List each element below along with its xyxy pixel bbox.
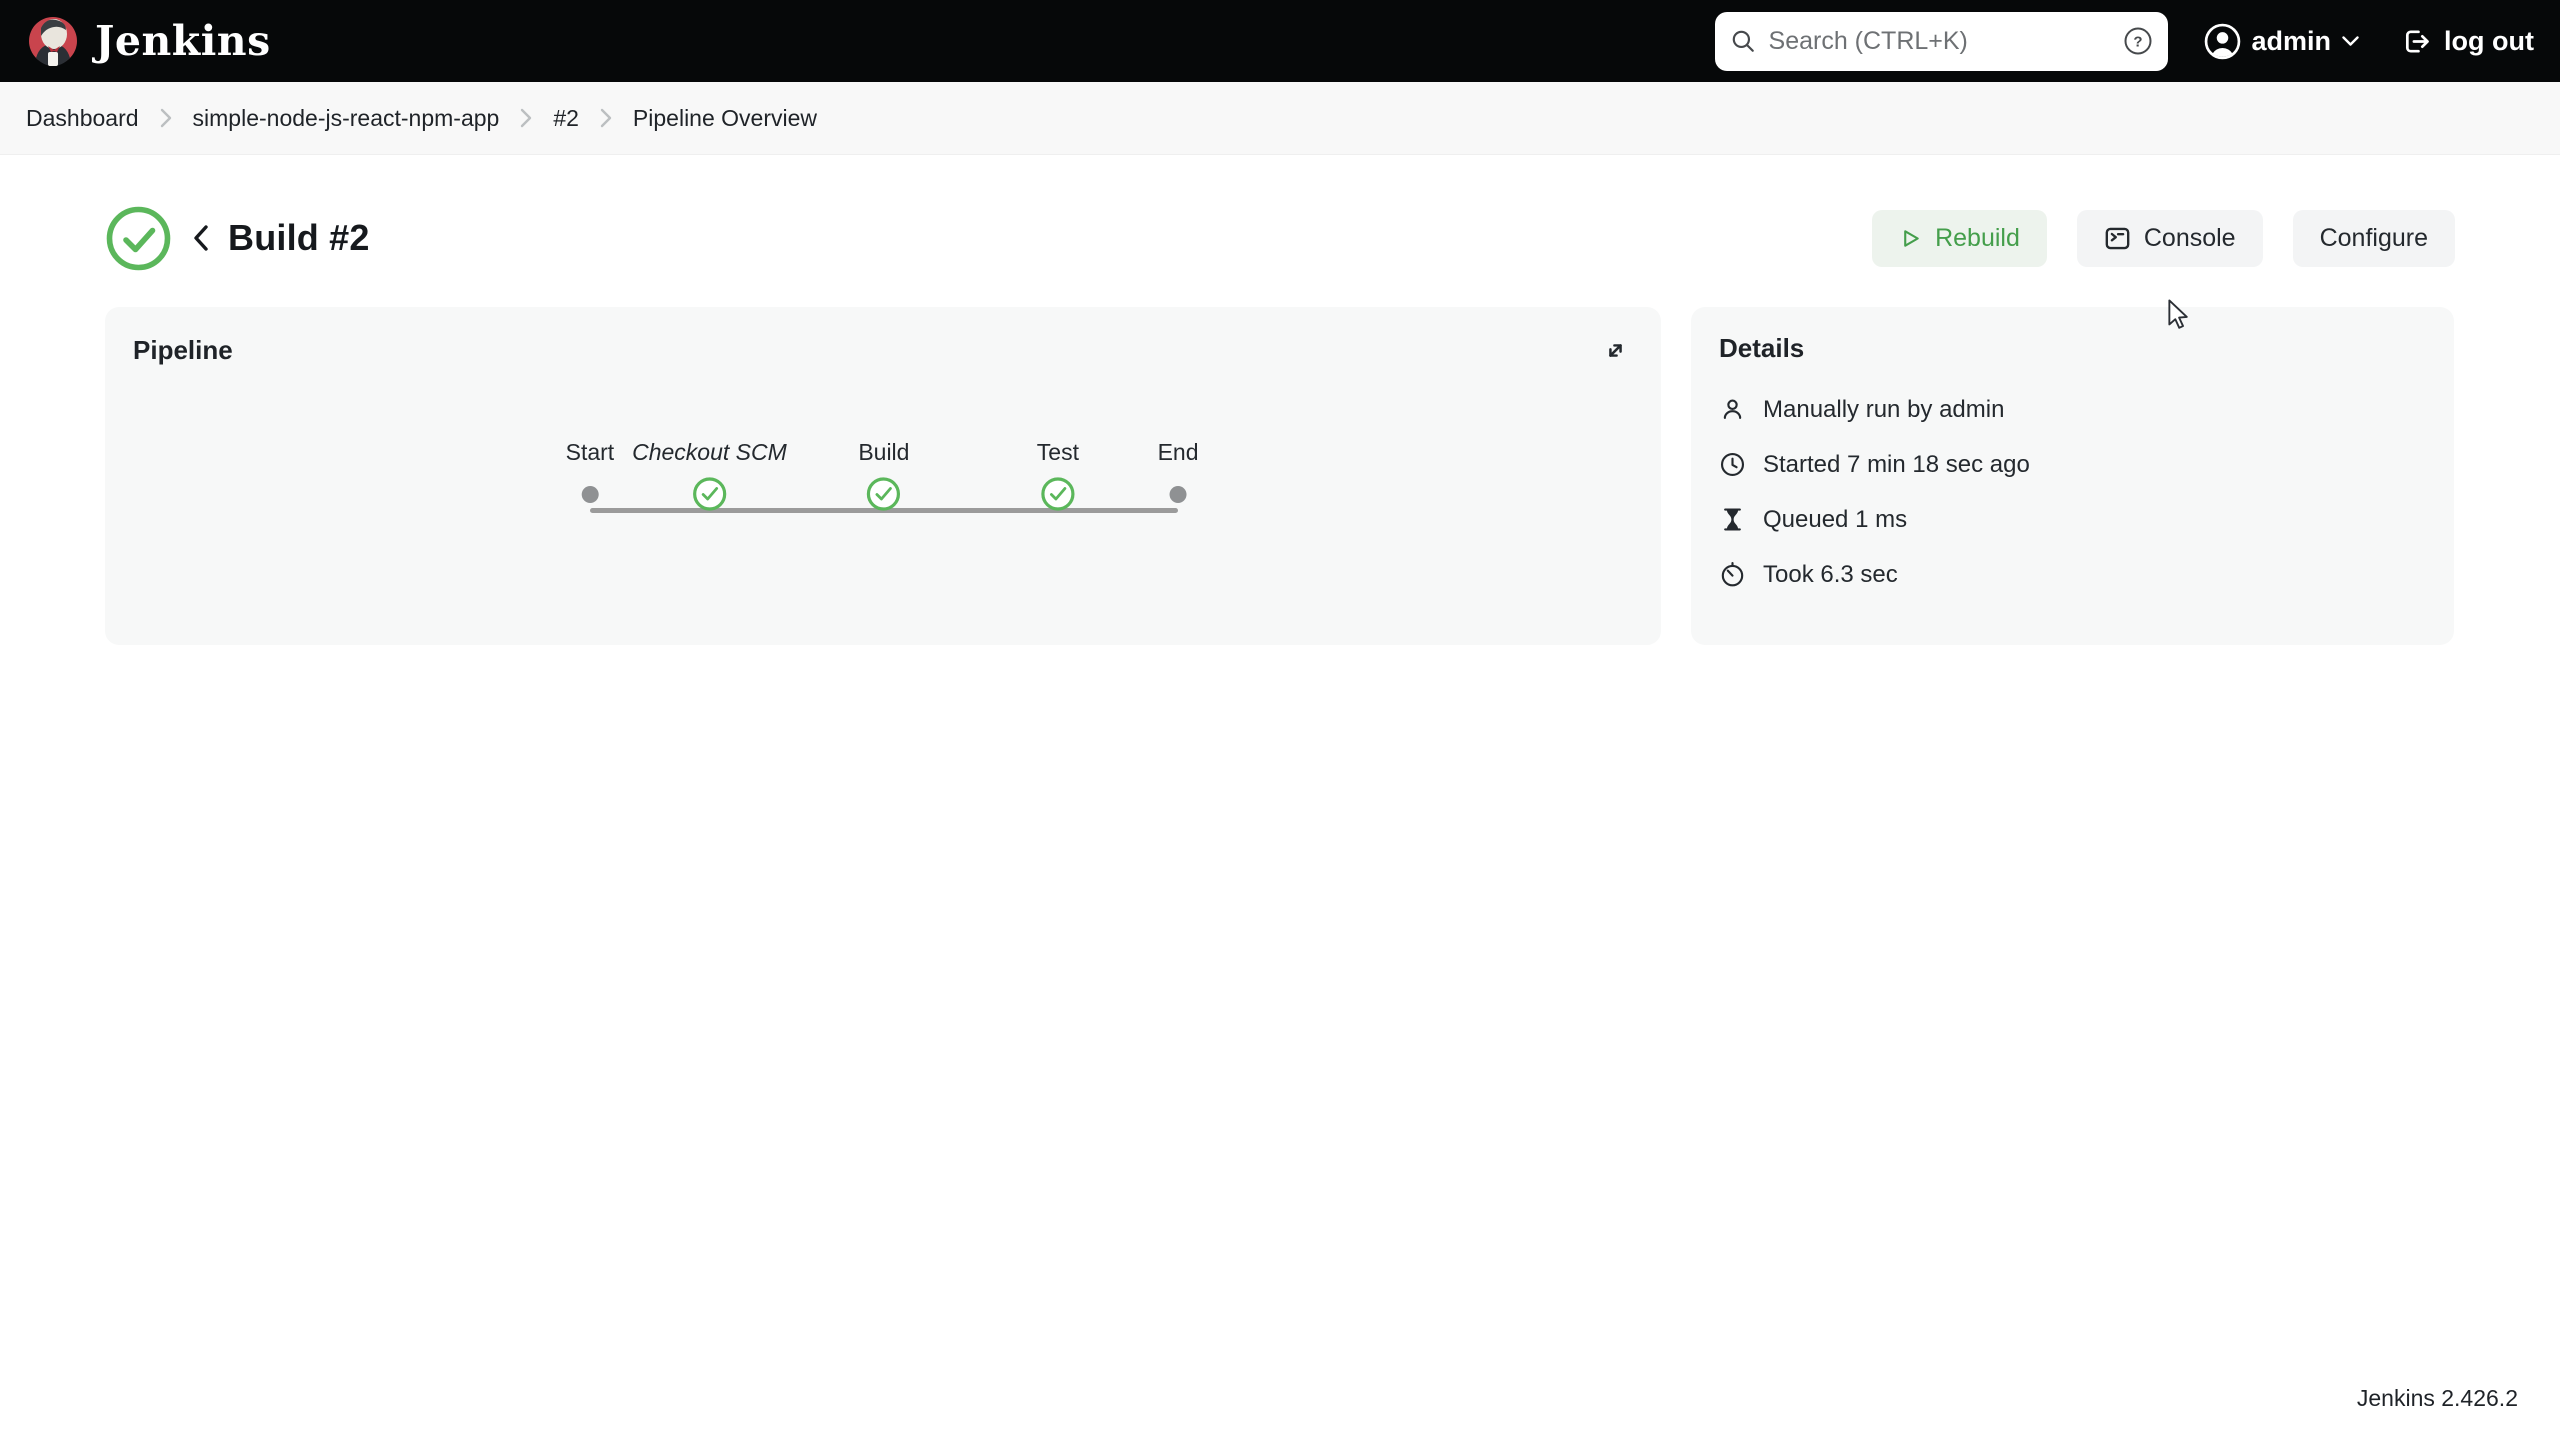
stage-terminal-dot xyxy=(1169,485,1187,503)
stage-checkout-scm: Checkout SCM xyxy=(632,438,787,511)
detail-text: Started 7 min 18 sec ago xyxy=(1763,450,2030,478)
detail-row-started: Started 7 min 18 sec ago xyxy=(1719,451,2426,478)
breadcrumb-build-number[interactable]: #2 xyxy=(553,105,579,132)
play-icon xyxy=(1899,227,1922,250)
search-icon xyxy=(1730,28,1756,54)
stopwatch-icon xyxy=(1719,561,1746,588)
build-actions: Rebuild Console Configure xyxy=(1872,209,2455,267)
pipeline-card-title: Pipeline xyxy=(133,335,233,365)
pipeline-graph: Start Checkout SCM Build Test End xyxy=(133,392,1633,602)
breadcrumb-separator-icon xyxy=(160,108,172,128)
expand-icon[interactable] xyxy=(1598,333,1633,368)
detail-text: Took 6.3 sec xyxy=(1763,560,1898,588)
rebuild-button[interactable]: Rebuild xyxy=(1872,209,2047,267)
user-name: admin xyxy=(2251,25,2332,56)
hourglass-icon xyxy=(1719,506,1746,533)
top-navbar: Jenkins ? admin xyxy=(0,0,2560,82)
configure-button[interactable]: Configure xyxy=(2292,209,2455,267)
stage-build: Build xyxy=(858,438,909,511)
breadcrumb-pipeline-overview[interactable]: Pipeline Overview xyxy=(633,105,817,132)
user-avatar-icon xyxy=(2204,23,2241,60)
detail-text: Queued 1 ms xyxy=(1763,505,1908,533)
user-menu[interactable]: admin xyxy=(2204,23,2360,60)
details-card: Details Manually run by admin Started 7 … xyxy=(1691,307,2454,645)
stage-label: Test xyxy=(1036,439,1079,465)
stage-success-icon[interactable] xyxy=(632,477,787,511)
stage-label: Checkout SCM xyxy=(632,439,787,465)
breadcrumb-separator-icon xyxy=(520,108,532,128)
svg-text:?: ? xyxy=(2133,34,2142,51)
chevron-down-icon xyxy=(2342,35,2359,47)
clock-icon xyxy=(1719,451,1746,478)
brand-wordmark: Jenkins xyxy=(95,17,271,65)
jenkins-version-link[interactable]: Jenkins 2.426.2 xyxy=(2357,1385,2518,1412)
build-title-row: Build #2 Rebuild Console Configure xyxy=(105,196,2455,280)
stage-label: Start xyxy=(565,439,615,465)
stage-label: End xyxy=(1157,439,1199,465)
console-label: Console xyxy=(2143,223,2236,252)
stage-end: End xyxy=(1158,438,1199,511)
page-title: Build #2 xyxy=(228,217,370,258)
main-content: Build #2 Rebuild Console Configure Pipel… xyxy=(0,196,2560,645)
stage-success-icon[interactable] xyxy=(1037,477,1079,511)
details-card-title: Details xyxy=(1719,333,1805,363)
search-box[interactable]: ? xyxy=(1714,11,2168,71)
stage-test: Test xyxy=(1037,438,1079,511)
breadcrumb-separator-icon xyxy=(600,108,612,128)
breadcrumb-dashboard[interactable]: Dashboard xyxy=(26,105,139,132)
stage-success-icon[interactable] xyxy=(858,477,909,511)
detail-row-queued: Queued 1 ms xyxy=(1719,506,2426,533)
stage-terminal-dot xyxy=(581,485,599,503)
breadcrumb-job[interactable]: simple-node-js-react-npm-app xyxy=(193,105,500,132)
console-button[interactable]: Console xyxy=(2076,209,2263,267)
logout-label: log out xyxy=(2444,25,2534,56)
stage-start: Start xyxy=(565,438,615,511)
search-input[interactable] xyxy=(1768,26,2110,56)
rebuild-label: Rebuild xyxy=(1935,223,2020,252)
user-icon xyxy=(1719,396,1746,423)
jenkins-home-link[interactable]: Jenkins xyxy=(26,14,271,68)
pipeline-card: Pipeline Start Checkout SCM Build Test E… xyxy=(105,307,1661,645)
back-button[interactable] xyxy=(189,222,213,254)
detail-text: Manually run by admin xyxy=(1763,395,2005,423)
detail-row-cause: Manually run by admin xyxy=(1719,396,2426,423)
configure-label: Configure xyxy=(2319,223,2428,252)
breadcrumb: Dashboard simple-node-js-react-npm-app #… xyxy=(0,82,2560,155)
jenkins-butler-logo-icon xyxy=(26,14,80,68)
detail-row-duration: Took 6.3 sec xyxy=(1719,561,2426,588)
search-help-icon[interactable]: ? xyxy=(2123,26,2153,56)
build-success-status-icon xyxy=(105,205,172,272)
logout-icon xyxy=(2401,26,2432,57)
terminal-icon xyxy=(2104,225,2131,252)
logout-button[interactable]: log out xyxy=(2401,26,2534,57)
stage-label: Build xyxy=(858,439,910,465)
